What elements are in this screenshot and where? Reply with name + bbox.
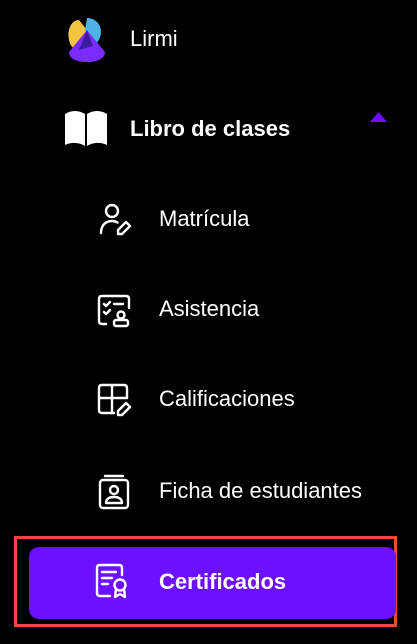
sidebar-item-label: Asistencia [159,296,260,321]
sidebar-item-label: Certificados [159,569,287,594]
open-book-icon [65,111,107,146]
certificate-icon [95,563,127,599]
sidebar-item-asistencia[interactable]: Asistencia [0,292,417,332]
sidebar-item-ficha-de-estudiantes[interactable]: Ficha de estudiantes [0,474,417,514]
sidebar-section-libro-de-clases[interactable]: Libro de clases [0,104,417,152]
sidebar-item-matricula[interactable]: Matrícula [0,202,417,242]
lirmi-logo-icon [68,18,105,62]
chevron-up-icon[interactable] [370,112,387,122]
section-label: Libro de clases [130,116,291,141]
sidebar-item-label: Ficha de estudiantes [159,478,363,503]
grid-edit-icon [97,383,132,417]
user-edit-icon [99,203,132,236]
student-card-icon [98,474,130,510]
attendance-checklist-icon [97,294,131,328]
sidebar-item-certificados[interactable]: Certificados [29,547,396,619]
sidebar-item-label: Calificaciones [159,386,295,411]
sidebar-item-calificaciones[interactable]: Calificaciones [0,382,417,422]
brand-row[interactable]: Lirmi [0,16,417,62]
brand-name: Lirmi [130,26,178,51]
sidebar-item-label: Matrícula [159,206,250,231]
